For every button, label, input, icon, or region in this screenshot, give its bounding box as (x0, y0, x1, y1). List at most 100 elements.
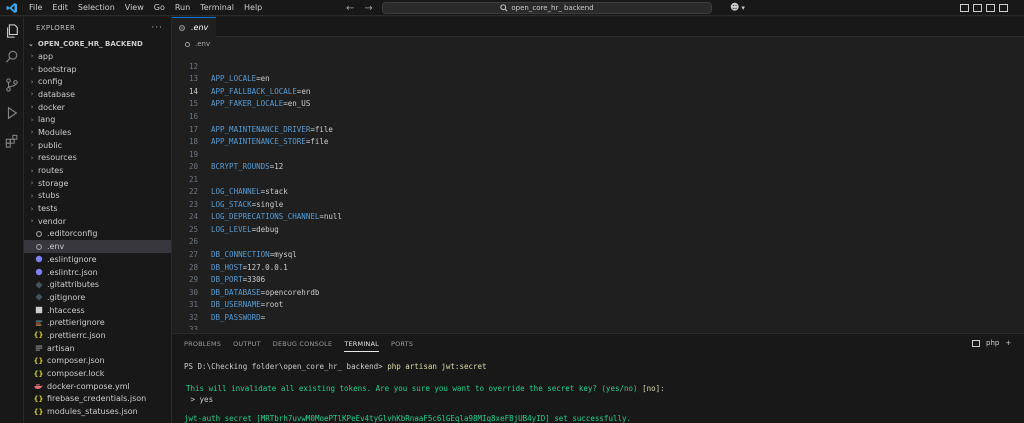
chevron-right-icon: › (30, 204, 34, 213)
file-item[interactable]: .gitattributes (24, 278, 171, 291)
folder-item[interactable]: › lang (24, 113, 171, 126)
folder-item[interactable]: › Modules (24, 126, 171, 139)
folder-item[interactable]: › stubs (24, 190, 171, 203)
search-icon[interactable] (4, 49, 20, 65)
folder-item[interactable]: › vendor (24, 215, 171, 228)
json-icon: {} (33, 407, 44, 416)
command-center-search[interactable]: open_core_hr_ backend (382, 2, 712, 14)
env-key: APP_FAKER_LOCALE (211, 99, 284, 109)
toggle-secondary-sidebar-icon[interactable] (986, 4, 995, 12)
tab-env[interactable]: .env (172, 17, 216, 37)
menu-item-edit[interactable]: Edit (47, 0, 73, 16)
gear-icon (34, 242, 43, 251)
extensions-icon[interactable] (4, 133, 20, 149)
terminal-icon (972, 339, 980, 347)
menu-item-terminal[interactable]: Terminal (195, 0, 239, 16)
terminal-command-line: PS D:\Checking folder\open_core_hr_ back… (184, 362, 487, 371)
panel-tab-output[interactable]: OUTPUT (233, 340, 261, 352)
code-editor[interactable]: 12 13 APP_LOCALE=en 14 APP_FALLBACK_LOCALE=e… (172, 50, 1024, 330)
explorer-root-folder[interactable]: ⌄ OPEN_CORE_HR_ BACKEND (24, 38, 171, 50)
menu-item-go[interactable]: Go (149, 0, 170, 16)
panel-tabs: PROBLEMS OUTPUT DEBUG CONSOLE TERMINAL PORTS (184, 340, 413, 352)
toggle-panel-icon[interactable] (973, 4, 982, 12)
env-value: stack (265, 187, 288, 197)
env-key: DB_USERNAME (211, 300, 261, 310)
customize-layout-icon[interactable] (999, 4, 1008, 12)
file-item[interactable]: .eslintignore (24, 253, 171, 266)
menu-item-help[interactable]: Help (239, 0, 267, 16)
panel-tab-terminal[interactable]: TERMINAL (344, 340, 379, 352)
panel-tab-ports[interactable]: PORTS (391, 340, 413, 352)
file-item[interactable]: docker-compose.yml (24, 380, 171, 393)
folder-item[interactable]: › routes (24, 164, 171, 177)
more-actions-icon[interactable]: ··· (151, 23, 163, 33)
tree-item-label: lang (38, 115, 56, 125)
menu-item-file[interactable]: File (24, 0, 47, 16)
env-key: APP_MAINTENANCE_STORE (211, 137, 306, 147)
new-terminal-icon[interactable]: + (1005, 339, 1011, 347)
file-item[interactable]: .editorconfig (24, 228, 171, 241)
code-line: 16 (172, 110, 211, 123)
panel-tab-problems[interactable]: PROBLEMS (184, 340, 221, 352)
file-item[interactable]: {} composer.json (24, 355, 171, 368)
env-value: 127.0.0.1 (247, 262, 288, 272)
env-value: root (265, 300, 284, 310)
tree-item-label: vendor (38, 216, 66, 226)
folder-item[interactable]: › public (24, 139, 171, 152)
folder-item[interactable]: › docker (24, 101, 171, 114)
file-item[interactable]: .prettierignore (24, 316, 171, 329)
code-line: 23 LOG_STACK=single (172, 198, 283, 211)
file-item[interactable]: {} modules_statuses.json (24, 405, 171, 418)
file-item[interactable]: .htaccess (24, 304, 171, 317)
back-arrow-icon[interactable]: ← (346, 3, 354, 14)
env-key: DB_CONNECTION (211, 250, 270, 260)
folder-item[interactable]: › database (24, 88, 171, 101)
menu-item-selection[interactable]: Selection (73, 0, 120, 16)
folder-item[interactable]: › bootstrap (24, 63, 171, 76)
file-item[interactable]: {} composer.lock (24, 367, 171, 380)
code-line: 33 (172, 324, 211, 330)
line-number: 27 (188, 250, 198, 260)
folder-item[interactable]: › config (24, 75, 171, 88)
gear-icon (184, 41, 191, 47)
line-number: 18 (188, 137, 198, 147)
forward-arrow-icon[interactable]: → (364, 3, 372, 14)
tree-item-label: stubs (38, 191, 60, 201)
panel-tab-debug-console[interactable]: DEBUG CONSOLE (273, 340, 333, 352)
run-debug-icon[interactable] (4, 105, 20, 121)
folder-item[interactable]: › tests (24, 202, 171, 215)
docker-icon (34, 382, 43, 391)
breadcrumb-item[interactable]: .env (195, 40, 210, 48)
file-item[interactable]: {} .prettierrc.json (24, 329, 171, 342)
file-item[interactable]: .env (24, 240, 171, 253)
terminal-default: [no] (642, 384, 661, 393)
file-item[interactable]: .eslintrc.json (24, 266, 171, 279)
file-item[interactable]: {} firebase_credentials.json (24, 393, 171, 406)
code-line: 19 (172, 148, 211, 161)
line-number: 33 (188, 325, 198, 330)
chevron-down-icon: ▾ (741, 4, 745, 12)
gear-icon (34, 229, 43, 238)
source-control-icon[interactable] (4, 77, 20, 93)
menu-item-view[interactable]: View (120, 0, 149, 16)
menu-item-run[interactable]: Run (170, 0, 195, 16)
file-item[interactable]: .gitignore (24, 291, 171, 304)
line-number: 15 (188, 99, 198, 109)
line-number: 17 (188, 124, 198, 134)
folder-item[interactable]: › storage (24, 177, 171, 190)
env-value: null (323, 212, 342, 222)
folder-item[interactable]: › app (24, 50, 171, 63)
copilot-button[interactable]: ☻ ▾ (730, 1, 745, 15)
env-key: DB_DATABASE (211, 287, 261, 297)
terminal-command: php artisan jwt:secret (387, 362, 487, 371)
folder-item[interactable]: › resources (24, 152, 171, 165)
chevron-right-icon: › (30, 52, 34, 61)
code-line: 31 DB_USERNAME=root (172, 298, 283, 311)
file-item[interactable]: artisan (24, 342, 171, 355)
terminal-shell-name[interactable]: php (986, 339, 999, 347)
activity-bar (0, 17, 24, 423)
line-number: 25 (188, 224, 198, 234)
explorer-icon[interactable] (4, 23, 20, 39)
line-text: DB_CONNECTION=mysql (211, 250, 297, 259)
toggle-sidebar-icon[interactable] (960, 4, 969, 12)
